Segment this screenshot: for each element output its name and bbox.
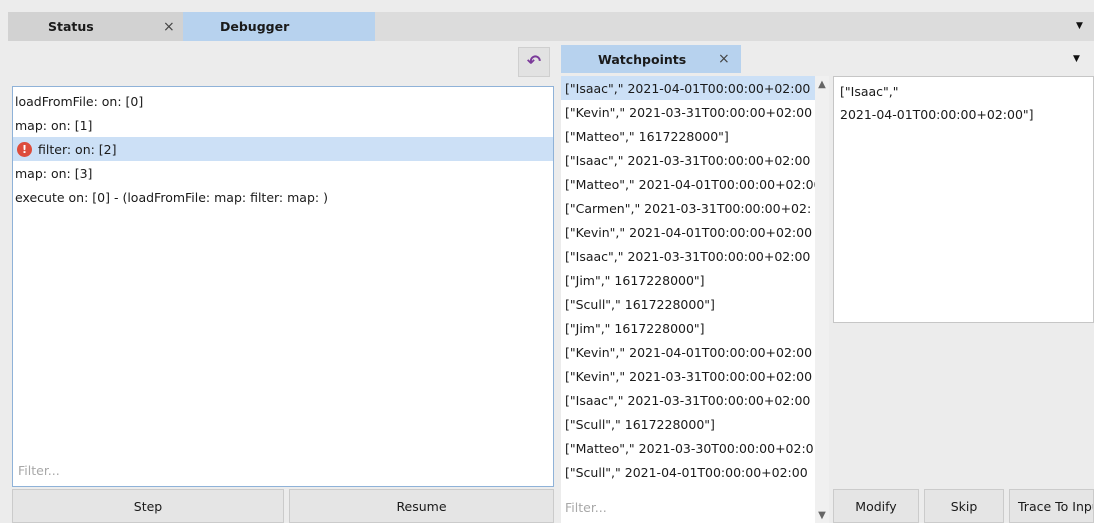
- tab-debugger[interactable]: Debugger: [183, 12, 375, 41]
- undo-button[interactable]: ↶: [518, 47, 550, 77]
- list-item[interactable]: ["Kevin"," 2021-03-31T00:00:00+02:00: [561, 100, 819, 124]
- tab-debugger-label: Debugger: [220, 19, 290, 34]
- error-icon: !: [17, 141, 32, 157]
- stack-item-label: execute on: [0] - (loadFromFile: map: fi…: [15, 189, 328, 205]
- modify-button[interactable]: Modify: [833, 489, 919, 523]
- stack-item[interactable]: loadFromFile: on: [0]: [13, 89, 553, 113]
- list-item[interactable]: ["Matteo"," 2021-03-30T00:00:00+02:0: [561, 436, 819, 460]
- detail-line: 2021-04-01T00:00:00+02:00"]: [840, 107, 1034, 122]
- watchpoints-list[interactable]: ["Isaac"," 2021-04-01T00:00:00+02:00 ["K…: [561, 76, 829, 523]
- list-item[interactable]: ["Isaac"," 2021-03-31T00:00:00+02:00: [561, 148, 819, 172]
- scroll-down-arrow-icon[interactable]: ▼: [815, 510, 829, 521]
- skip-button[interactable]: Skip: [924, 489, 1004, 523]
- list-item[interactable]: ["Isaac"," 2021-03-31T00:00:00+02:00: [561, 388, 819, 412]
- list-item[interactable]: ["Jim"," 1617228000"]: [561, 316, 819, 340]
- tabbar-menu-dropdown-icon[interactable]: ▼: [1076, 21, 1083, 31]
- watchpoints-menu-dropdown-icon[interactable]: ▼: [1073, 54, 1080, 64]
- stack-list[interactable]: loadFromFile: on: [0] map: on: [1] ! fil…: [12, 86, 554, 487]
- stack-item-label: map: on: [1]: [15, 117, 93, 133]
- top-tab-bar: Status × Debugger ▼: [8, 12, 1094, 41]
- undo-icon: ↶: [526, 52, 542, 72]
- list-item[interactable]: ["Scull"," 1617228000"]: [561, 412, 819, 436]
- list-item[interactable]: ["Carmen"," 2021-03-31T00:00:00+02:: [561, 196, 819, 220]
- tab-watchpoints[interactable]: Watchpoints ×: [561, 45, 741, 73]
- list-item[interactable]: ["Scull"," 2021-04-01T00:00:00+02:00: [561, 460, 819, 484]
- watchpoints-filter-input[interactable]: [561, 491, 815, 523]
- detail-line: ["Isaac",": [840, 84, 899, 99]
- stack-item[interactable]: execute on: [0] - (loadFromFile: map: fi…: [13, 185, 553, 209]
- stack-filter-input[interactable]: [14, 455, 552, 485]
- tab-watchpoints-label: Watchpoints: [598, 51, 687, 67]
- list-item[interactable]: ["Matteo"," 1617228000"]: [561, 124, 819, 148]
- resume-button[interactable]: Resume: [289, 489, 554, 523]
- trace-to-input-button[interactable]: Trace To Input: [1009, 489, 1094, 523]
- watchpoint-detail-panel: ["Isaac"," 2021-04-01T00:00:00+02:00"]: [833, 76, 1094, 323]
- list-item[interactable]: ["Isaac"," 2021-04-01T00:00:00+02:00: [561, 76, 819, 100]
- tab-status[interactable]: Status ×: [8, 12, 183, 41]
- list-item[interactable]: ["Kevin"," 2021-04-01T00:00:00+02:00: [561, 340, 819, 364]
- stack-item[interactable]: map: on: [3]: [13, 161, 553, 185]
- stack-item-selected[interactable]: ! filter: on: [2]: [13, 137, 553, 161]
- stack-item[interactable]: map: on: [1]: [13, 113, 553, 137]
- watchpoints-scrollbar[interactable]: ▲ ▼: [815, 76, 829, 523]
- stack-item-label: filter: on: [2]: [38, 141, 117, 157]
- step-button[interactable]: Step: [12, 489, 284, 523]
- list-item[interactable]: ["Isaac"," 2021-03-31T00:00:00+02:00: [561, 244, 819, 268]
- stack-item-label: map: on: [3]: [15, 165, 93, 181]
- scroll-up-arrow-icon[interactable]: ▲: [815, 79, 829, 90]
- list-item[interactable]: ["Kevin"," 2021-04-01T00:00:00+02:00: [561, 220, 819, 244]
- stack-item-label: loadFromFile: on: [0]: [15, 93, 144, 109]
- list-item[interactable]: ["Matteo"," 2021-04-01T00:00:00+02:00: [561, 172, 819, 196]
- list-item[interactable]: ["Scull"," 1617228000"]: [561, 292, 819, 316]
- list-item[interactable]: ["Jim"," 1617228000"]: [561, 268, 819, 292]
- tab-status-label: Status: [48, 19, 94, 34]
- close-icon[interactable]: ×: [163, 19, 175, 35]
- close-icon[interactable]: ×: [718, 51, 730, 67]
- list-item[interactable]: ["Kevin"," 2021-03-31T00:00:00+02:00: [561, 364, 819, 388]
